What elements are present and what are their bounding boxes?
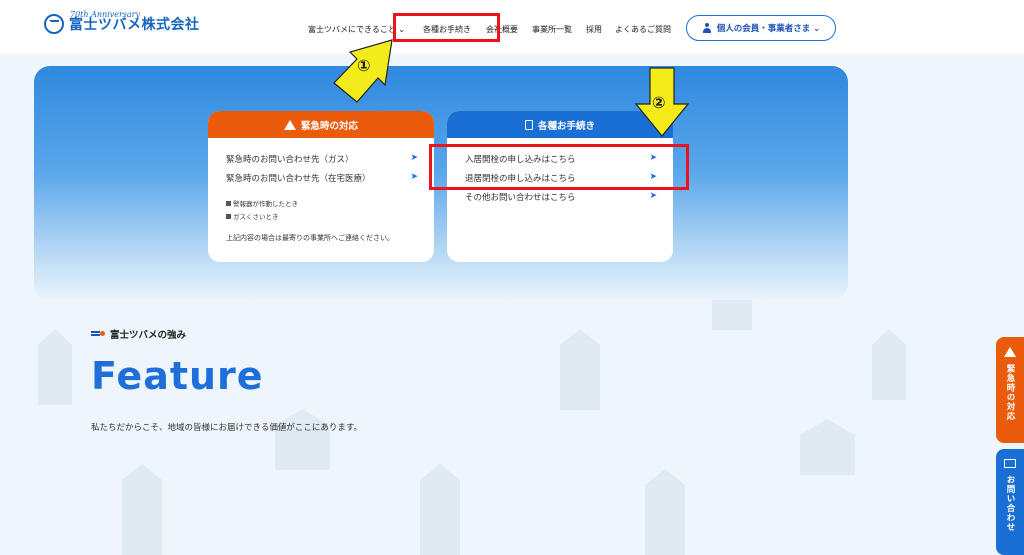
side-tab-emergency-label: 緊急時の対応 (1005, 364, 1015, 421)
procedure-card-header: 各種お手続き (447, 111, 673, 138)
note-alarm: 警報器が作動したとき (226, 198, 298, 208)
feature-description: 私たちだからこそ、地域の皆様にお届けできる価値がここにあります。 (91, 423, 362, 433)
background-house (800, 419, 855, 475)
background-house (38, 329, 72, 405)
nav-faq[interactable]: よくあるご質問 (615, 24, 671, 35)
warning-icon (1004, 347, 1016, 357)
side-tab-emergency[interactable]: 緊急時の対応 (996, 337, 1024, 443)
member-button-label: 個人の会員・事業者さま ⌄ (716, 24, 821, 34)
document-icon (524, 119, 533, 130)
nav-recruit[interactable]: 採用 (586, 24, 602, 35)
swallow-icon (91, 331, 105, 337)
emergency-gas-link[interactable]: 緊急時のお問い合わせ先（ガス） ➤ (226, 153, 418, 165)
chevron-right-icon: ➤ (410, 153, 418, 163)
feature-eyebrow-label: 富士ツバメの強み (110, 330, 187, 341)
anniversary-label: 70th Anniversary (70, 10, 141, 19)
annotation-highlight-nav (393, 13, 500, 42)
emergency-footer-note: 上記内容の場合は最寄りの事業所へご連絡ください。 (226, 234, 394, 242)
side-tab-contact[interactable]: お問い合わせ (996, 449, 1024, 555)
emergency-card-title: 緊急時の対応 (300, 120, 358, 132)
link-label: 緊急時のお問い合わせ先（ガス） (226, 155, 354, 165)
other-inquiry-link[interactable]: その他お問い合わせはこちら ➤ (465, 191, 657, 203)
emergency-homecare-link[interactable]: 緊急時のお問い合わせ先（在宅医療） ➤ (226, 172, 418, 184)
mail-icon (1004, 459, 1016, 468)
procedure-card-title: 各種お手続き (537, 120, 595, 132)
background-house (645, 469, 685, 555)
site-header: 富士ツバメ株式会社 70th Anniversary 富士ツバメにできること ⌄… (0, 0, 1024, 54)
feature-eyebrow: 富士ツバメの強み (91, 327, 186, 341)
chevron-right-icon: ➤ (649, 191, 657, 201)
link-label: その他お問い合わせはこちら (465, 193, 576, 203)
emergency-card-header: 緊急時の対応 (208, 111, 434, 138)
note-gas-smell: ガスくさいとき (226, 211, 279, 221)
background-house (560, 329, 600, 410)
person-icon (702, 23, 712, 33)
member-dropdown-button[interactable]: 個人の会員・事業者さま ⌄ (686, 15, 836, 41)
nav-what-we-do[interactable]: 富士ツバメにできること ⌄ (308, 24, 405, 35)
feature-title: Feature (91, 354, 264, 398)
annotation-marker-1: ① (357, 56, 371, 75)
background-house (420, 464, 460, 555)
background-house (122, 464, 162, 555)
link-label: 緊急時のお問い合わせ先（在宅医療） (226, 174, 371, 184)
emergency-card: 緊急時の対応 緊急時のお問い合わせ先（ガス） ➤ 緊急時のお問い合わせ先（在宅医… (208, 111, 434, 262)
logo-mark-icon (44, 14, 64, 34)
side-tab-contact-label: お問い合わせ (1005, 475, 1015, 532)
background-house (872, 329, 906, 400)
chevron-right-icon: ➤ (410, 172, 418, 182)
warning-icon (283, 119, 296, 130)
annotation-marker-2: ② (652, 93, 666, 112)
annotation-highlight-links (429, 144, 689, 190)
nav-offices[interactable]: 事業所一覧 (532, 24, 572, 35)
